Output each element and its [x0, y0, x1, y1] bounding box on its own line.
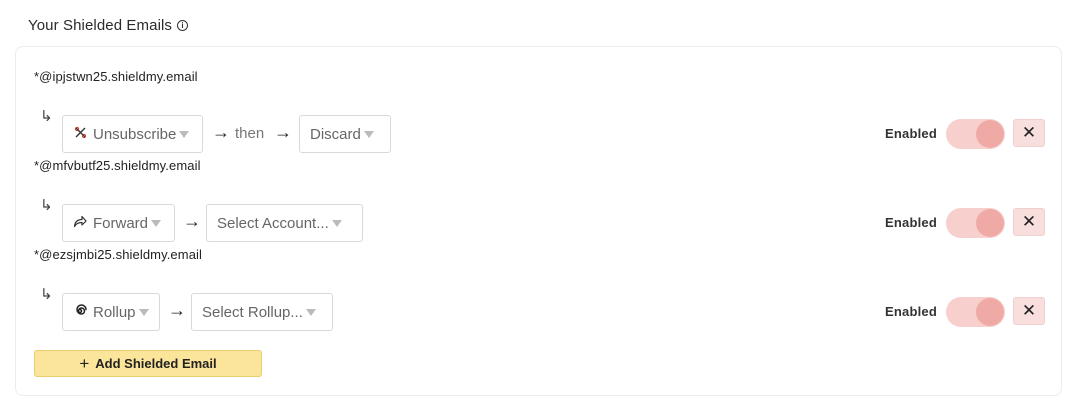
branch-arrow-icon: ↳ — [40, 108, 53, 125]
add-shielded-email-label: Add Shielded Email — [95, 356, 217, 371]
shielded-email-address: *@ipjstwn25.shieldmy.email — [34, 69, 198, 84]
enabled-label: Enabled — [885, 126, 937, 141]
chevron-down-icon — [331, 219, 342, 227]
section-title: Your Shielded Emails i — [28, 17, 189, 34]
shielded-emails-card: *@ipjstwn25.shieldmy.email ↳ Unsubscribe… — [15, 46, 1062, 396]
unsubscribe-icon — [73, 126, 87, 142]
enabled-label: Enabled — [885, 304, 937, 319]
then-label: then — [235, 125, 265, 142]
branch-arrow-icon: ↳ — [40, 197, 53, 214]
shielded-email-address: *@ezsjmbi25.shieldmy.email — [34, 247, 203, 262]
delete-rule-button[interactable]: ✕ — [1013, 208, 1045, 236]
target-select-value: Select Rollup... — [202, 303, 303, 321]
action-select[interactable]: Rollup — [62, 293, 160, 331]
section-title-text: Your Shielded Emails — [28, 17, 173, 34]
right-arrow-icon: → — [274, 122, 292, 142]
right-arrow-icon: → — [212, 122, 230, 142]
branch-arrow-icon: ↳ — [40, 286, 53, 303]
shielded-email-rule: *@mfvbutf25.shieldmy.email ↳ Forward → S… — [16, 158, 1061, 242]
target-select-value: Discard — [310, 125, 361, 143]
shielded-email-address: *@mfvbutf25.shieldmy.email — [34, 158, 201, 173]
forward-icon — [73, 215, 87, 231]
target-select-value: Select Account... — [217, 214, 329, 232]
chevron-down-icon — [305, 308, 316, 316]
toggle-knob — [976, 120, 1004, 148]
shielded-email-rule: *@ezsjmbi25.shieldmy.email ↳ Rollup → Se… — [16, 247, 1061, 331]
action-select[interactable]: Unsubscribe — [62, 115, 203, 153]
enabled-toggle[interactable] — [946, 119, 1005, 149]
action-select-value: Unsubscribe — [93, 125, 177, 143]
plus-icon: + — [79, 354, 90, 373]
rollup-icon — [73, 303, 87, 321]
toggle-knob — [976, 298, 1004, 326]
right-arrow-icon: → — [168, 300, 186, 320]
info-icon[interactable]: i — [177, 20, 189, 31]
add-shielded-email-button[interactable]: + Add Shielded Email — [34, 350, 262, 377]
enabled-toggle[interactable] — [946, 297, 1005, 327]
target-select[interactable]: Select Rollup... — [191, 293, 333, 331]
chevron-down-icon — [151, 219, 162, 227]
chevron-down-icon — [363, 130, 374, 138]
enabled-toggle[interactable] — [946, 208, 1005, 238]
close-icon: ✕ — [1021, 212, 1037, 231]
shielded-email-rule: *@ipjstwn25.shieldmy.email ↳ Unsubscribe… — [16, 69, 1061, 153]
right-arrow-icon: → — [183, 211, 201, 231]
target-select[interactable]: Select Account... — [206, 204, 363, 242]
toggle-knob — [976, 209, 1004, 237]
chevron-down-icon — [138, 308, 149, 316]
action-select-value: Forward — [93, 214, 149, 232]
enabled-label: Enabled — [885, 215, 937, 230]
delete-rule-button[interactable]: ✕ — [1013, 297, 1045, 325]
action-select[interactable]: Forward — [62, 204, 175, 242]
delete-rule-button[interactable]: ✕ — [1013, 119, 1045, 147]
action-select-value: Rollup — [93, 303, 136, 321]
target-select[interactable]: Discard — [299, 115, 391, 153]
chevron-down-icon — [179, 130, 190, 138]
close-icon: ✕ — [1021, 301, 1037, 320]
close-icon: ✕ — [1021, 123, 1037, 142]
